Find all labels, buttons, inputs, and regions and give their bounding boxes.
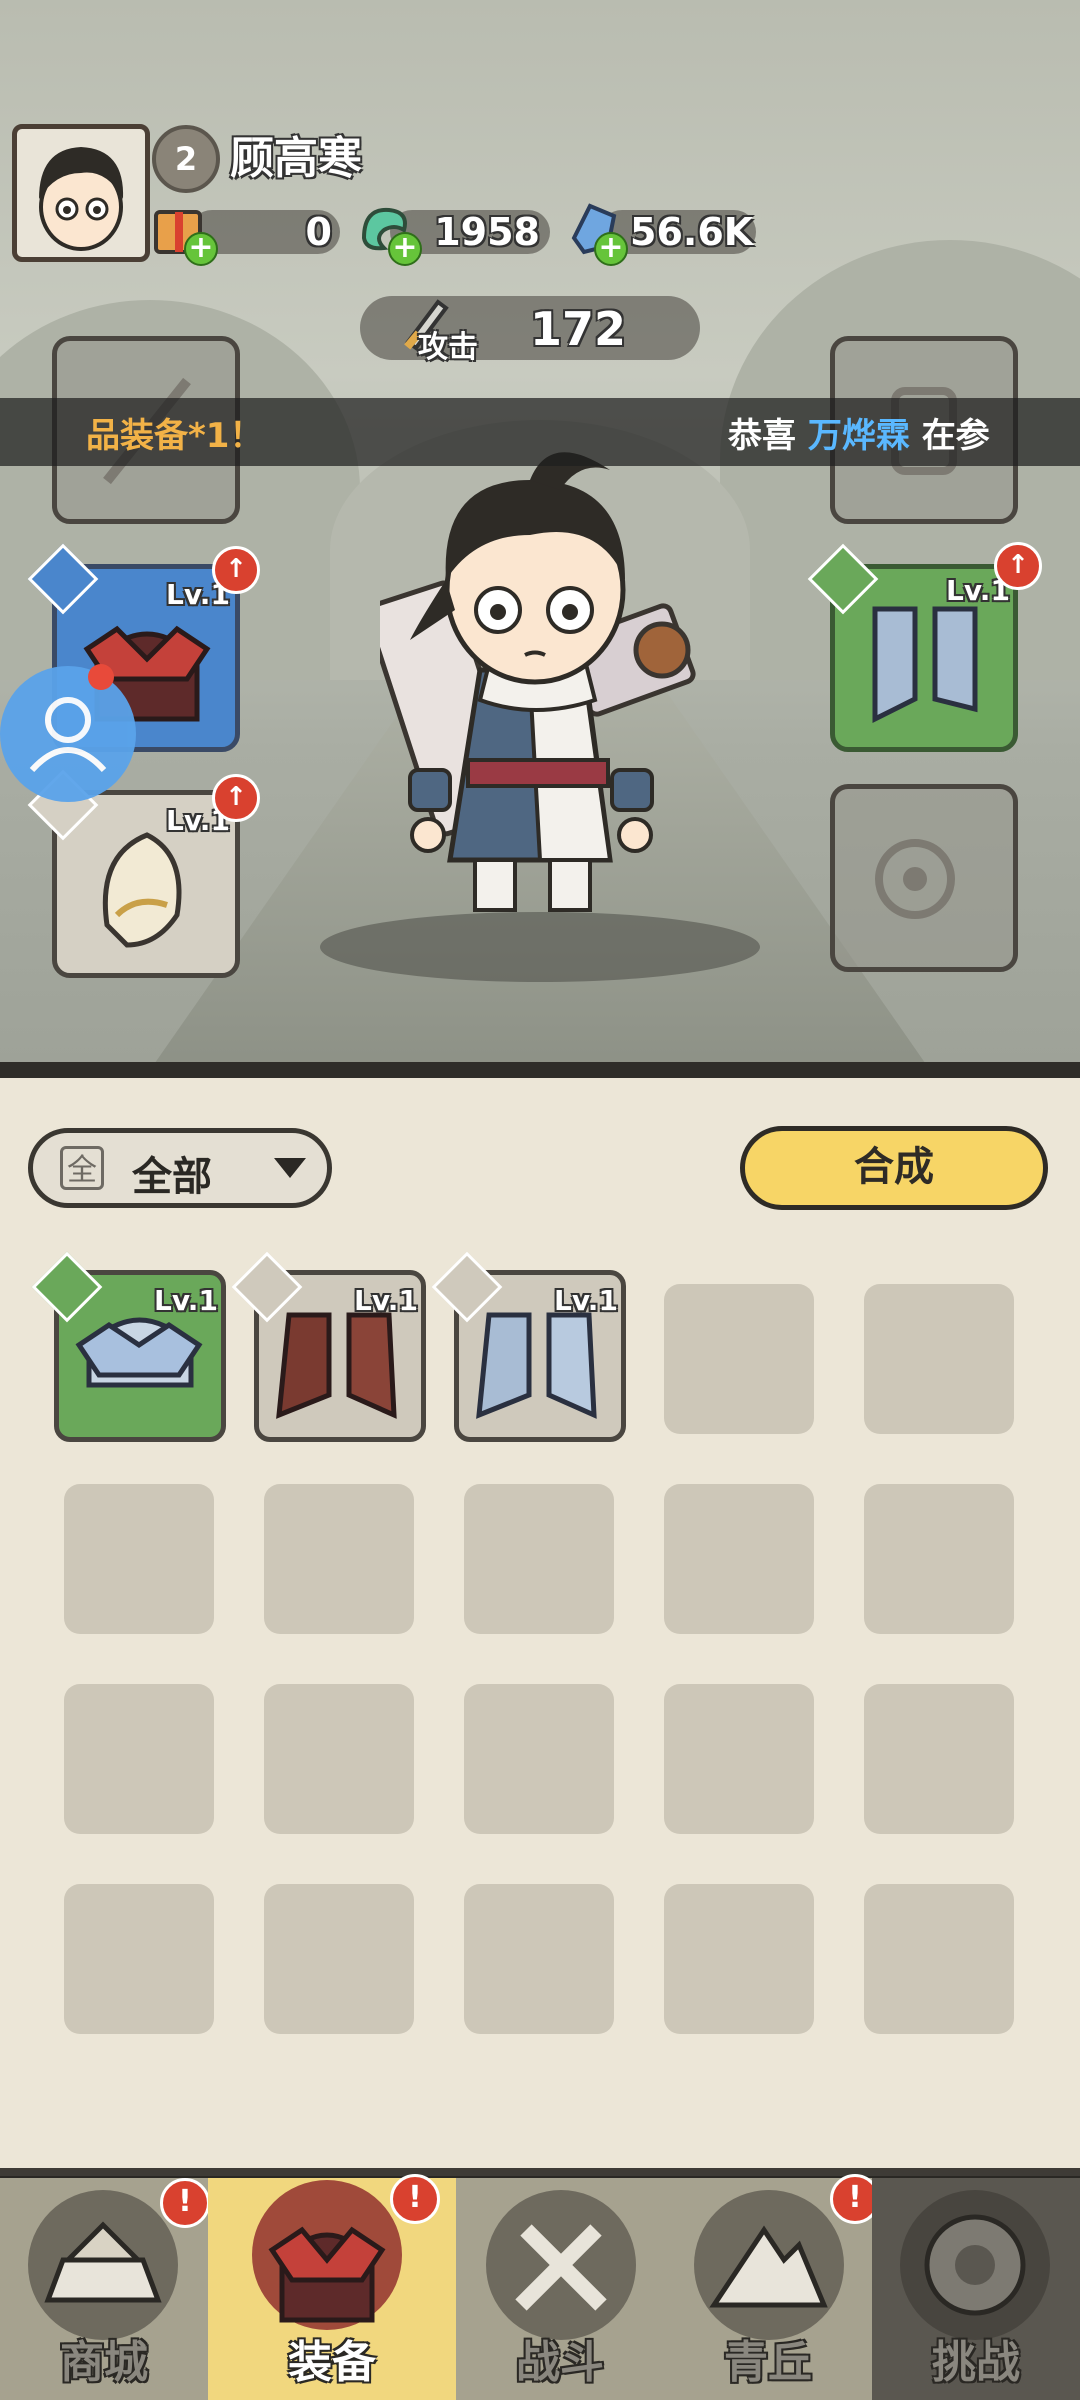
inventory-empty-slot[interactable] bbox=[64, 1484, 214, 1634]
gifts-value: 0 bbox=[305, 210, 332, 254]
attack-label: 攻击 bbox=[418, 330, 478, 365]
tab-equipment-label: 装备 bbox=[288, 2337, 376, 2388]
inventory-empty-slot[interactable] bbox=[864, 1284, 1014, 1434]
player-level-badge: 2 bbox=[152, 125, 220, 193]
inventory-empty-slot[interactable] bbox=[464, 1484, 614, 1634]
equipment-icon bbox=[252, 2180, 402, 2330]
tab-challenge[interactable]: 挑战 bbox=[872, 2178, 1080, 2400]
inventory-empty-slot[interactable] bbox=[464, 1684, 614, 1834]
add-crystal-button[interactable]: + bbox=[594, 232, 628, 266]
announcement-player: 万烨霖 bbox=[807, 416, 910, 456]
assistant-float-button[interactable] bbox=[0, 666, 136, 802]
tab-battle-label: 战斗 bbox=[516, 2337, 604, 2388]
crystal-value: 56.6K bbox=[630, 210, 754, 254]
chevron-down-icon bbox=[274, 1158, 306, 1178]
crossed-swords-icon bbox=[486, 2190, 636, 2340]
scene-divider bbox=[0, 1062, 1080, 1078]
user-icon bbox=[29, 697, 107, 773]
equipment-alert-badge: ! bbox=[390, 2174, 440, 2224]
item-level: Lv.1 bbox=[354, 1284, 418, 1317]
tab-shop-label: 商城 bbox=[60, 2337, 148, 2388]
inventory-empty-slot[interactable] bbox=[664, 1684, 814, 1834]
inventory-empty-slot[interactable] bbox=[664, 1884, 814, 2034]
inventory-empty-slot[interactable] bbox=[64, 1884, 214, 2034]
inventory-empty-slot[interactable] bbox=[864, 1684, 1014, 1834]
announcement-suffix: 在参 bbox=[921, 416, 990, 456]
challenge-icon bbox=[900, 2190, 1050, 2340]
announcement-prefix: 恭喜 bbox=[728, 416, 796, 456]
helmet-upgrade-icon[interactable]: ↑ bbox=[212, 546, 260, 594]
tab-challenge-label: 挑战 bbox=[932, 2337, 1020, 2388]
hero-character bbox=[380, 452, 696, 912]
boots-upgrade-icon[interactable]: ↑ bbox=[994, 542, 1042, 590]
attack-value: 172 bbox=[530, 302, 627, 356]
tab-qingqiu-label: 青丘 bbox=[724, 2337, 812, 2388]
inventory-empty-slot[interactable] bbox=[664, 1284, 814, 1434]
slot-ring[interactable] bbox=[830, 784, 1018, 972]
add-jade-button[interactable]: + bbox=[388, 232, 422, 266]
inventory-empty-slot[interactable] bbox=[264, 1884, 414, 2034]
player-avatar[interactable] bbox=[12, 124, 150, 262]
notification-dot bbox=[88, 664, 114, 690]
shop-alert-badge: ! bbox=[160, 2178, 210, 2228]
inventory-empty-slot[interactable] bbox=[864, 1484, 1014, 1634]
inventory-empty-slot[interactable] bbox=[664, 1484, 814, 1634]
mountain-icon bbox=[694, 2190, 844, 2340]
ring-slot-icon bbox=[875, 839, 955, 919]
filter-label: 全部 bbox=[132, 1154, 212, 1200]
announcement-left-text: 品装备*1！ bbox=[86, 416, 264, 456]
add-gifts-button[interactable]: + bbox=[184, 232, 218, 266]
filter-icon: 全 bbox=[60, 1146, 104, 1190]
inventory-empty-slot[interactable] bbox=[864, 1884, 1014, 2034]
shop-icon bbox=[28, 2190, 178, 2340]
announcement-right-text: 恭喜 万烨霖 在参 bbox=[728, 408, 990, 457]
inventory-empty-slot[interactable] bbox=[464, 1884, 614, 2034]
inventory-empty-slot[interactable] bbox=[264, 1684, 414, 1834]
accessory-upgrade-icon[interactable]: ↑ bbox=[212, 774, 260, 822]
jade-value: 1958 bbox=[434, 210, 540, 254]
inventory-empty-slot[interactable] bbox=[264, 1484, 414, 1634]
tab-battle[interactable]: 战斗 bbox=[456, 2178, 664, 2400]
hero-portrait-icon bbox=[39, 147, 124, 251]
inventory-empty-slot[interactable] bbox=[64, 1684, 214, 1834]
item-level: Lv.1 bbox=[154, 1284, 218, 1317]
item-level: Lv.1 bbox=[554, 1284, 618, 1317]
player-name: 顾高寒 bbox=[230, 133, 362, 184]
merge-button[interactable]: 合成 bbox=[740, 1126, 1048, 1210]
